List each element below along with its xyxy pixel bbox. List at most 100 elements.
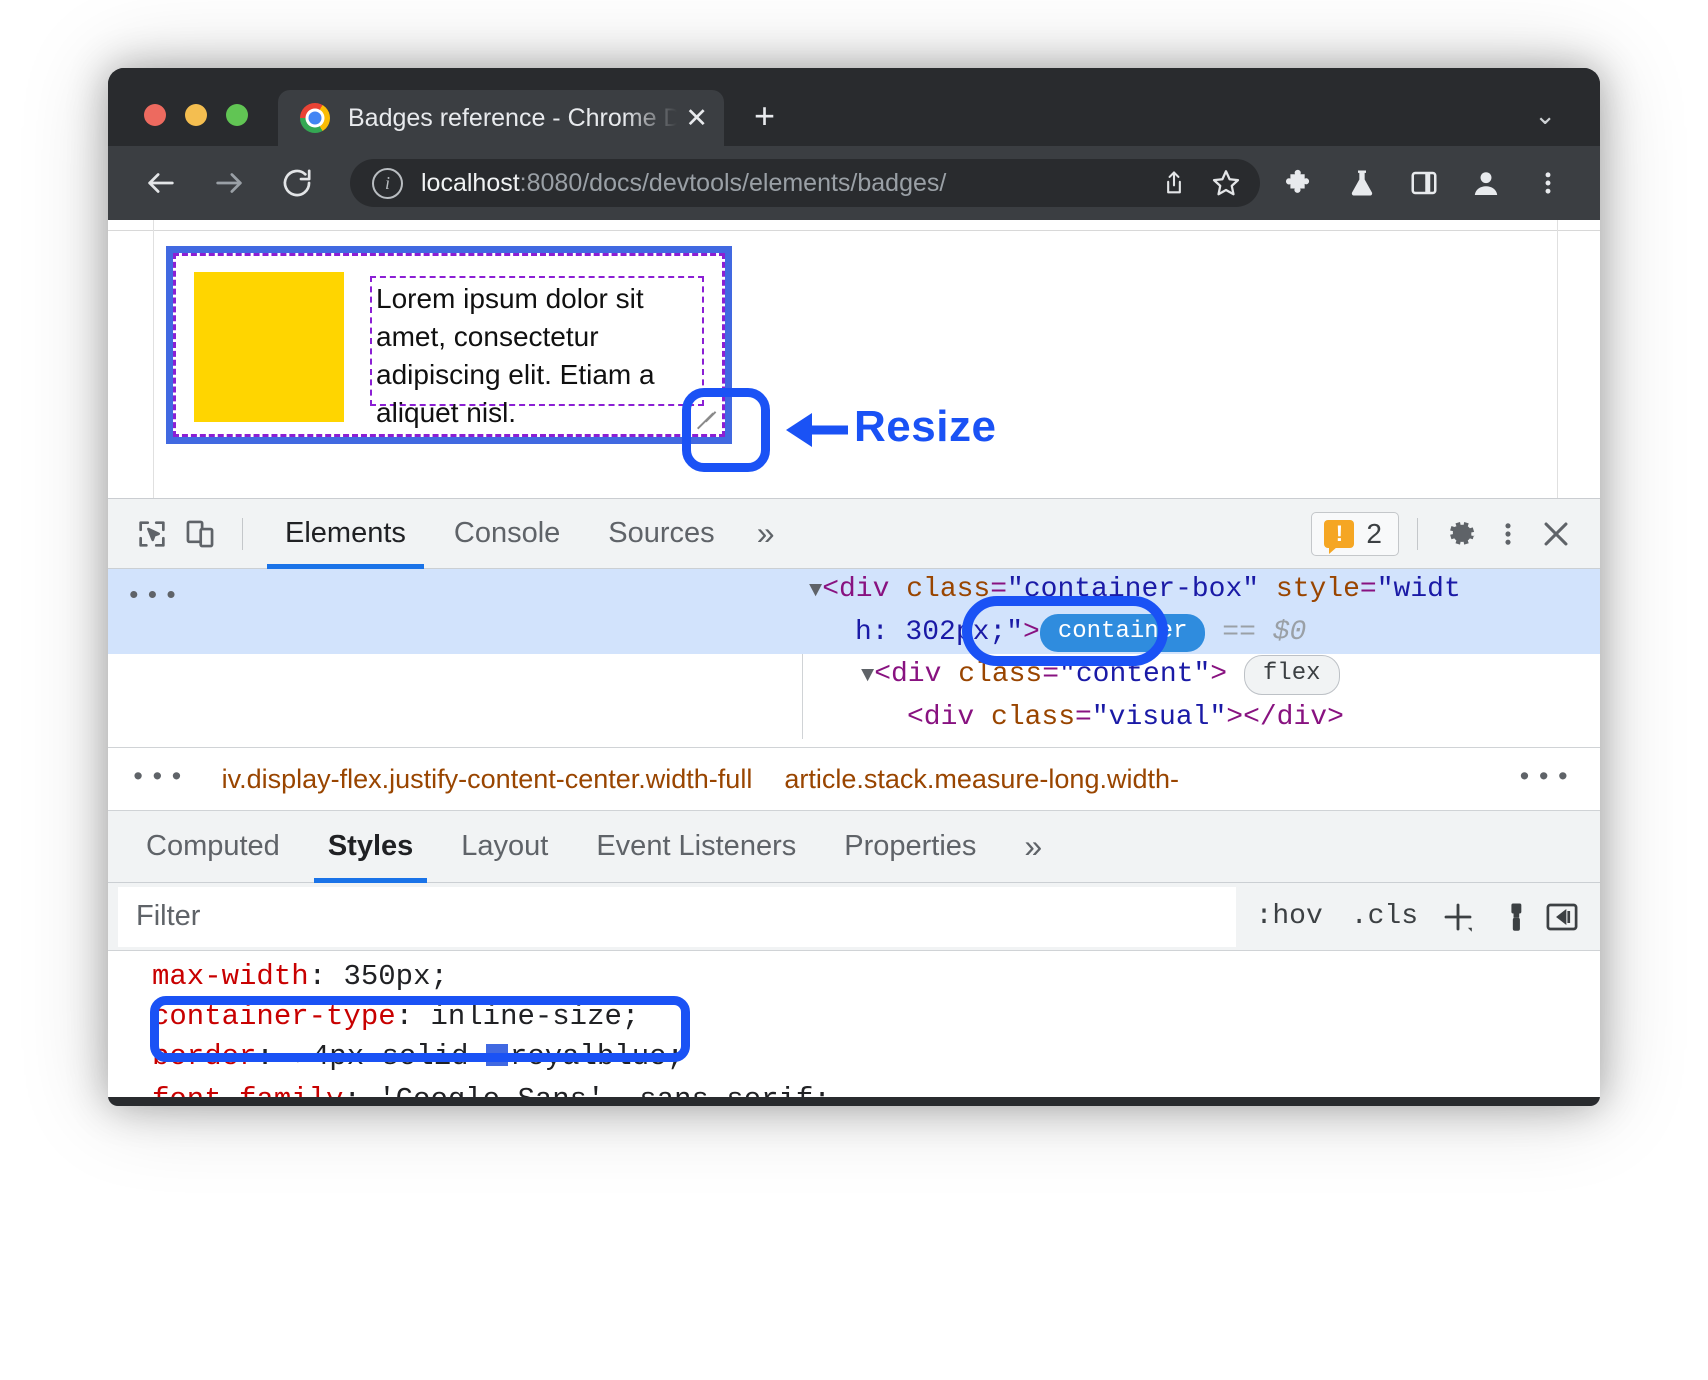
tab-styles[interactable]: Styles (304, 811, 437, 883)
style-property-value[interactable]: royalblue; (510, 1040, 684, 1073)
tab-elements-label: Elements (285, 517, 406, 550)
dom-token-eq: = (1075, 702, 1092, 733)
dom-row-gutter: ••• (108, 569, 803, 612)
chevron-down-icon[interactable]: ⌄ (1534, 102, 1556, 128)
container-badge[interactable]: container (1040, 614, 1206, 652)
dom-tree-row[interactable]: <div class="visual"></div> (108, 697, 1600, 739)
dom-token-attr: class (958, 659, 1042, 690)
styles-rule-declarations[interactable]: max-width: 350px;container-type: inline-… (108, 951, 1600, 1097)
shorthand-expander-icon[interactable]: ▸ (295, 1048, 308, 1071)
style-declaration[interactable]: border: ▸4px solid royalblue; (152, 1037, 1600, 1080)
close-icon[interactable]: ✕ (685, 105, 708, 132)
style-property-name[interactable]: container-type (152, 1000, 396, 1033)
dom-token-val: "content" (1059, 659, 1210, 690)
window-controls (144, 104, 248, 126)
style-declaration[interactable]: container-type: inline-size; (152, 997, 1600, 1037)
chrome-logo-icon (300, 103, 330, 133)
page-viewport: Lorem ipsum dolor sit amet, consectetur … (108, 220, 1600, 498)
dom-token-tag: <div (907, 702, 991, 733)
browser-tab-title: Badges reference - Chrome De (348, 104, 677, 133)
devtools-panel: Elements Console Sources » ! 2 (108, 498, 1600, 1097)
breadcrumb-overflow-left[interactable]: ••• (108, 764, 206, 794)
profile-avatar-icon[interactable] (1464, 161, 1508, 205)
address-bar[interactable]: i localhost:8080/docs/devtools/elements/… (350, 159, 1260, 207)
kebab-menu-icon[interactable] (1484, 510, 1532, 558)
dom-token-tag: ></div> (1226, 702, 1344, 733)
filter-input[interactable] (118, 887, 1236, 947)
dom-tree-row[interactable]: h: 302px;">container == $0 (108, 612, 1600, 654)
dom-token-attr: class (991, 702, 1075, 733)
extensions-puzzle-icon[interactable] (1278, 161, 1322, 205)
devtools-tabbar: Elements Console Sources » ! 2 (108, 499, 1600, 569)
computed-styles-print-icon[interactable] (1484, 891, 1536, 943)
cls-button[interactable]: .cls (1337, 901, 1432, 932)
reload-icon[interactable] (274, 160, 320, 206)
annotation-label-resize: Resize (854, 402, 996, 452)
style-colon: : (309, 960, 344, 993)
dom-row-gutter (108, 612, 803, 654)
hov-button[interactable]: :hov (1242, 901, 1337, 932)
new-tab-button[interactable]: + (754, 98, 775, 134)
lorem-paragraph: Lorem ipsum dolor sit amet, consectetur … (376, 280, 698, 432)
dom-token-attr: class (906, 574, 990, 605)
side-panel-icon[interactable] (1402, 161, 1446, 205)
tab-more-chevron[interactable]: » (739, 499, 793, 569)
tab-event-listeners[interactable]: Event Listeners (572, 811, 820, 883)
labs-flask-icon[interactable] (1340, 161, 1384, 205)
dom-tree-row[interactable]: ▼<div class="content"> flex (108, 654, 1600, 697)
color-swatch[interactable] (486, 1044, 508, 1066)
style-declaration[interactable]: max-width: 350px; (152, 957, 1600, 997)
toggle-sidebar-icon[interactable] (1536, 891, 1588, 943)
tab-properties[interactable]: Properties (820, 811, 1000, 883)
tab-more-sidebar-chevron[interactable]: » (1000, 811, 1066, 883)
flex-badge[interactable]: flex (1244, 655, 1340, 695)
dom-token-dollar: $0 (1273, 617, 1307, 648)
forward-arrow-icon[interactable] (206, 160, 252, 206)
tab-elements[interactable]: Elements (261, 499, 430, 569)
style-declaration[interactable]: font-family: 'Google Sans', sans-serif; (152, 1080, 1600, 1097)
gear-icon[interactable] (1436, 510, 1484, 558)
resize-handle[interactable] (694, 406, 720, 432)
bookmark-star-icon[interactable] (1206, 163, 1246, 203)
dom-token-tag: > (1210, 659, 1244, 690)
device-toolbar-icon[interactable] (176, 510, 224, 558)
close-icon[interactable] (1532, 510, 1580, 558)
tab-styles-label: Styles (328, 830, 413, 863)
tab-sources[interactable]: Sources (584, 499, 738, 569)
close-window-button[interactable] (144, 104, 166, 126)
site-info-icon[interactable]: i (372, 168, 403, 199)
style-property-value[interactable]: 350px; (343, 960, 447, 993)
more-tabs-icon: » (757, 515, 775, 552)
breadcrumb-item-div[interactable]: iv.display-flex.justify-content-center.w… (206, 764, 769, 795)
style-property-name[interactable]: max-width (152, 960, 309, 993)
inspect-cursor-icon[interactable] (128, 510, 176, 558)
browser-tab-badges-reference[interactable]: Badges reference - Chrome De ✕ (278, 90, 724, 146)
dom-tree[interactable]: •••▼<div class="container-box" style="wi… (108, 569, 1600, 747)
tab-computed[interactable]: Computed (122, 811, 304, 883)
style-property-name[interactable]: font-family (152, 1083, 343, 1097)
tab-console[interactable]: Console (430, 499, 584, 569)
breadcrumb-item-article[interactable]: article.stack.measure-long.width- (768, 764, 1195, 795)
style-property-name[interactable]: border (152, 1040, 256, 1073)
url-path: :8080/docs/devtools/elements/badges/ (520, 169, 947, 197)
dom-token-tag: <div (822, 574, 906, 605)
new-style-rule-plus-icon[interactable] (1432, 891, 1484, 943)
dom-collapsed-ellipsis[interactable]: ••• (126, 575, 182, 617)
dom-tree-row[interactable]: •••▼<div class="container-box" style="wi… (108, 569, 1600, 612)
back-arrow-icon[interactable] (138, 160, 184, 206)
warning-icon: ! (1324, 520, 1354, 548)
style-colon: : (256, 1040, 291, 1073)
dom-token-tag: > (1023, 617, 1040, 648)
maximize-window-button[interactable] (226, 104, 248, 126)
tab-layout[interactable]: Layout (437, 811, 572, 883)
style-property-value[interactable]: inline-size; (430, 1000, 639, 1033)
style-property-value[interactable]: 'Google Sans', sans-serif; (378, 1083, 830, 1097)
share-icon[interactable] (1154, 163, 1194, 203)
warning-badge[interactable]: ! 2 (1311, 512, 1399, 556)
breadcrumb-overflow-right[interactable]: ••• (1494, 764, 1600, 794)
container-box-element[interactable]: Lorem ipsum dolor sit amet, consectetur … (166, 246, 732, 444)
kebab-menu-icon[interactable] (1526, 161, 1570, 205)
breadcrumb: ••• iv.display-flex.justify-content-cent… (108, 747, 1600, 811)
minimize-window-button[interactable] (185, 104, 207, 126)
styles-filter-row: :hov .cls (108, 883, 1600, 951)
